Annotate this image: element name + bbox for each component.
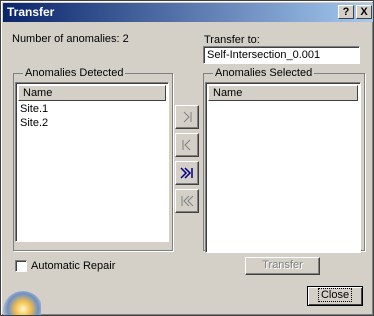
app-logo <box>1 281 41 315</box>
transfer-button[interactable]: Transfer <box>245 257 320 275</box>
move-left-button[interactable] <box>175 133 199 157</box>
automatic-repair-label[interactable]: Automatic Repair <box>31 260 115 272</box>
transfer-dialog: Transfer ? X Number of anomalies: 2 Tran… <box>0 0 374 316</box>
anomaly-count-text: Number of anomalies: <box>12 33 120 45</box>
move-left-icon <box>182 139 191 151</box>
anomalies-detected-label: Anomalies Detected <box>23 67 126 79</box>
close-button[interactable]: Close <box>307 286 363 306</box>
anomaly-count-value: 2 <box>122 33 129 45</box>
selected-name-column-header[interactable]: Name <box>208 85 358 101</box>
help-icon: ? <box>342 6 350 18</box>
close-icon: X <box>360 6 368 18</box>
move-right-icon <box>183 111 192 123</box>
move-all-right-button[interactable] <box>175 161 199 185</box>
anomalies-selected-label: Anomalies Selected <box>213 67 315 79</box>
list-item[interactable]: Site.1 <box>20 103 48 116</box>
anomalies-detected-list[interactable]: Name Site.1 Site.2 <box>15 82 169 242</box>
automatic-repair-checkbox[interactable] <box>15 260 27 272</box>
title-bar[interactable]: Transfer <box>3 3 373 22</box>
list-item[interactable]: Site.2 <box>20 117 48 130</box>
close-button-label: Close <box>317 288 353 302</box>
move-right-button[interactable] <box>175 105 199 129</box>
anomalies-selected-list[interactable]: Name <box>205 82 361 253</box>
transfer-to-field[interactable]: Self-Intersection_0.001 <box>203 46 360 64</box>
transfer-to-label: Transfer to: <box>204 34 260 46</box>
help-button[interactable]: ? <box>338 5 354 19</box>
move-all-right-icon <box>180 167 193 179</box>
window-title: Transfer <box>7 5 55 19</box>
close-window-button[interactable]: X <box>356 5 372 19</box>
move-all-left-button[interactable] <box>175 189 199 213</box>
detected-name-column-header[interactable]: Name <box>18 85 166 101</box>
anomaly-count-label: Number of anomalies: 2 <box>12 33 129 45</box>
sphere-logo-icon <box>3 291 41 315</box>
move-all-left-icon <box>181 195 194 207</box>
